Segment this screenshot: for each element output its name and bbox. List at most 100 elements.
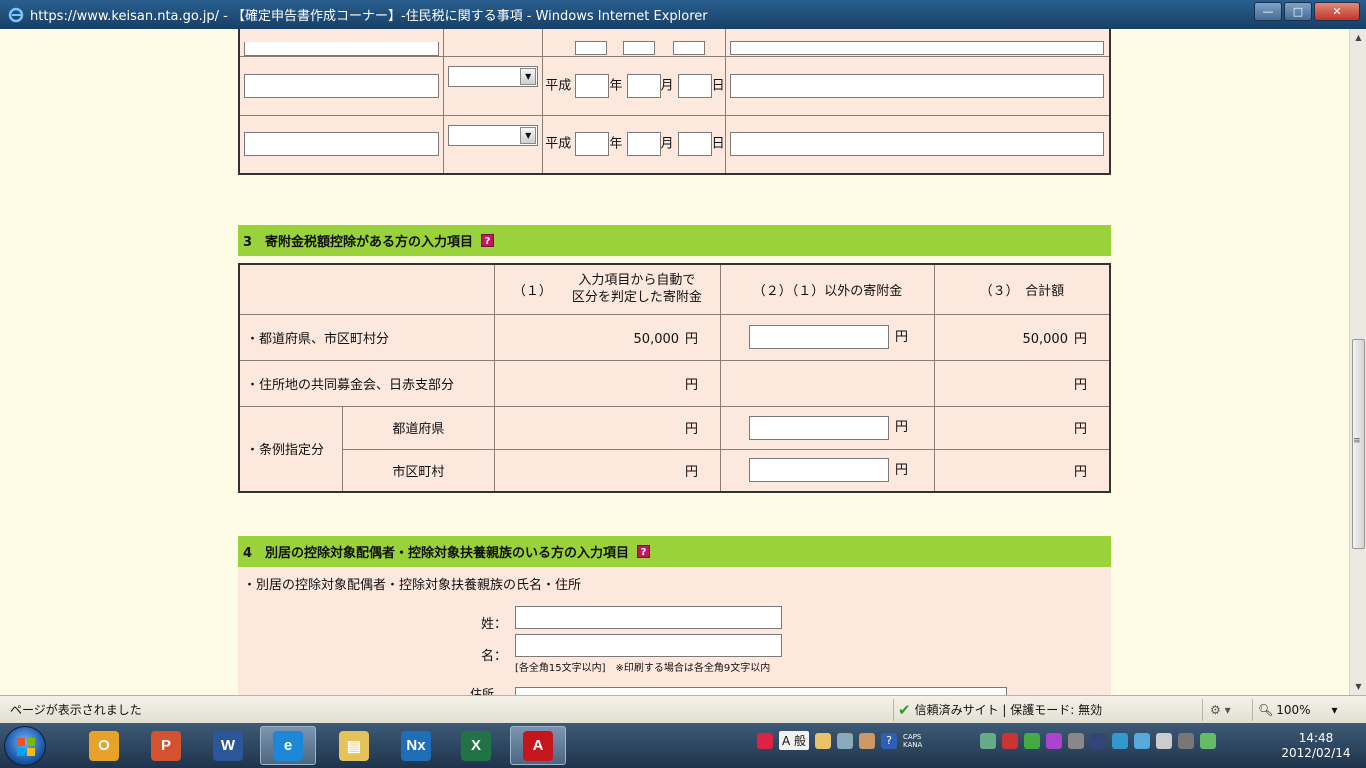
start-button[interactable]	[4, 726, 46, 766]
security-icon[interactable]	[1024, 732, 1041, 749]
internet-explorer-icon	[8, 7, 24, 22]
taskbar-nx[interactable]: Nx	[388, 726, 444, 765]
system-tray: A 般 ? CAPS KANA	[757, 731, 1217, 750]
bluetooth-icon[interactable]	[1112, 732, 1129, 749]
yen-unit: 円	[1073, 377, 1087, 393]
ime-tools-icon[interactable]	[837, 732, 854, 749]
address-field[interactable]	[730, 73, 1105, 98]
ime-pad-icon[interactable]	[859, 732, 876, 749]
other-donation-input[interactable]	[749, 458, 890, 483]
yen-unit: 円	[895, 462, 909, 478]
app-tray-icon[interactable]	[1200, 732, 1217, 749]
month-field[interactable]	[626, 132, 661, 157]
close-button[interactable]: ✕	[1314, 2, 1360, 21]
volume-icon[interactable]	[1002, 732, 1019, 749]
table-row: ・条例指定分 都道府県 円 円 円	[238, 405, 1111, 493]
scroll-up-arrow-icon[interactable]: ▲	[1350, 29, 1366, 46]
app-tray-icon[interactable]	[1046, 732, 1063, 749]
help-icon[interactable]: ?	[481, 234, 495, 247]
surname-label: 姓：	[481, 617, 508, 632]
help-icon[interactable]: ?	[637, 545, 651, 558]
year-field[interactable]	[575, 132, 610, 157]
tool-tray-icon[interactable]	[1156, 732, 1173, 749]
sub-row-label: 都道府県	[342, 405, 495, 450]
vertical-scrollbar[interactable]: ▲ ≡ ▼	[1349, 29, 1366, 695]
minimize-button[interactable]: —	[1254, 2, 1282, 21]
section3-heading: 3 寄附金税額控除がある方の入力項目 ?	[238, 225, 1111, 256]
day-field[interactable]	[677, 132, 712, 157]
day-field[interactable]	[673, 41, 706, 55]
ime-app-icon[interactable]	[757, 732, 773, 749]
status-divider	[893, 699, 894, 721]
table-row: ▼ 平成 年 月 日	[238, 55, 1111, 116]
year-unit: 年	[609, 136, 623, 152]
yen-unit: 円	[685, 331, 699, 347]
kana-indicator: KANA	[903, 740, 923, 749]
folder-icon: ▤	[339, 730, 369, 761]
sub-row-label: 市区町村	[342, 448, 495, 493]
year-field[interactable]	[575, 41, 608, 55]
section3-title: 3 寄附金税額控除がある方の入力項目	[243, 235, 474, 250]
col1-header-line1: 入力項目から自動で	[578, 273, 696, 289]
address-field[interactable]	[730, 132, 1105, 157]
name-field[interactable]	[244, 73, 439, 98]
row-label: ・条例指定分	[238, 405, 344, 493]
app-tray-icon[interactable]	[1090, 732, 1107, 749]
trust-zone-text: 信頼済みサイト | 保護モード: 無効	[914, 703, 1103, 717]
tool-tray-icon[interactable]	[1068, 732, 1085, 749]
clock-date: 2012/02/14	[1281, 746, 1351, 760]
printer-icon[interactable]	[958, 733, 974, 749]
caps-indicator: CAPS	[903, 732, 922, 741]
name-field[interactable]	[244, 132, 439, 157]
relation-select[interactable]: ▼	[448, 65, 539, 87]
auto-donation-value: 50,000	[633, 331, 680, 347]
year-field[interactable]	[575, 73, 610, 98]
check-icon: ✔	[898, 700, 911, 719]
ime-dictionary-icon[interactable]	[815, 732, 832, 749]
taskbar-word[interactable]: W	[200, 726, 256, 765]
taskbar-explorer[interactable]: ▤	[326, 726, 382, 765]
help-icon[interactable]: ?	[881, 732, 898, 749]
word-icon: W	[213, 730, 243, 761]
zoom-control[interactable]: 🔍︎ 100% ▾	[1258, 703, 1338, 717]
name-field[interactable]	[244, 41, 439, 56]
taskbar-internet-explorer[interactable]: e	[260, 726, 316, 765]
pdf-icon: A	[523, 730, 553, 761]
month-field[interactable]	[626, 73, 661, 98]
taskbar-pdf-reader[interactable]: A	[510, 726, 566, 765]
month-field[interactable]	[623, 41, 656, 55]
yen-unit: 円	[1073, 422, 1087, 437]
table-row	[238, 29, 1111, 57]
maximize-button[interactable]: □	[1284, 2, 1312, 21]
dependent-table: ▼ 平成 年 月 日 ▼ 平成 年 月 日	[238, 29, 1111, 175]
battery-icon[interactable]	[1178, 732, 1195, 749]
era-label: 平成	[545, 78, 572, 93]
ime-mode[interactable]: A 般	[779, 731, 810, 750]
other-donation-input[interactable]	[749, 325, 890, 349]
security-zone[interactable]: ✔ 信頼済みサイト | 保護モード: 無効	[898, 701, 1102, 719]
month-unit: 月	[660, 136, 674, 152]
taskbar-powerpoint[interactable]: P	[138, 726, 194, 765]
taskbar-excel[interactable]: X	[448, 726, 504, 765]
scroll-down-arrow-icon[interactable]: ▼	[1350, 678, 1366, 695]
window-title: https://www.keisan.nta.go.jp/ - 【確定申告書作成…	[30, 9, 708, 24]
section4-address-field[interactable]	[515, 687, 1007, 695]
taskbar-clock[interactable]: 14:48 2012/02/14	[1280, 731, 1352, 761]
taskbar-outlook[interactable]: O	[76, 726, 132, 765]
chevron-down-icon: ▾	[1331, 702, 1338, 717]
table-row: 市区町村 円 円 円	[239, 448, 1111, 493]
sync-icon[interactable]	[1134, 732, 1151, 749]
other-donation-input[interactable]	[749, 415, 890, 440]
address-field[interactable]	[730, 41, 1105, 55]
table-row: ・住所地の共同募金会、日赤支部分 円 円	[238, 359, 1111, 407]
powerpoint-icon: P	[151, 730, 181, 761]
network-icon[interactable]	[980, 732, 997, 749]
gear-dropdown-icon[interactable]: ⚙ ▾	[1210, 703, 1231, 717]
section4-subtitle: ・別居の控除対象配偶者・控除対象扶養親族の氏名・住所	[243, 578, 582, 593]
day-field[interactable]	[677, 73, 712, 98]
given-name-field[interactable]	[515, 634, 782, 657]
relation-select[interactable]: ▼	[448, 124, 539, 146]
taskbar: O P W e ▤ Nx X A A 般 ? CAPS KANA 14:48 20…	[0, 723, 1366, 768]
surname-field[interactable]	[515, 606, 782, 629]
col2-header: （２）（１）以外の寄附金	[720, 263, 935, 315]
